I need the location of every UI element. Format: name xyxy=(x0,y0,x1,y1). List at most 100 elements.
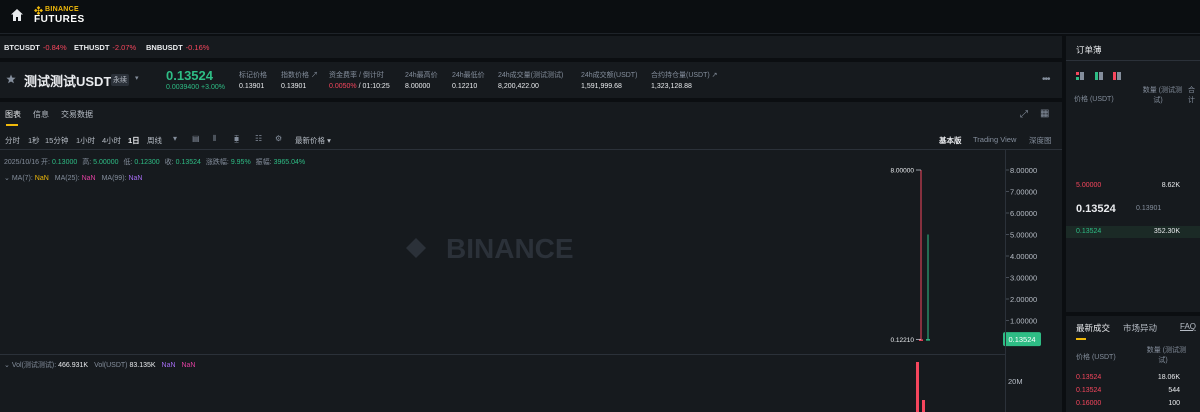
orderbook-divider xyxy=(1066,60,1200,61)
ma7-label: MA(7): xyxy=(11,175,33,182)
ohlc-open-label: 开: xyxy=(41,159,50,166)
price-axis-label: 6.00000 xyxy=(1010,209,1037,218)
vol-base-value: 466.931K xyxy=(58,362,89,369)
recent-trades-panel: 最新成交 市场异动 FAQ 价格 (USDT) 数量 (测试测 试) 0.1352… xyxy=(1066,316,1200,412)
ma99-label: MA(99): xyxy=(101,175,127,182)
volume-pane-separator xyxy=(0,354,1005,355)
trade-quantity: 544 xyxy=(1168,387,1180,394)
col-qty-line1: 数量 (测试测 xyxy=(1146,347,1186,354)
trade-price: 0.13524 xyxy=(1076,374,1102,381)
ohlc-open: 0.13000 xyxy=(51,159,78,166)
ticker-item-ethusdt[interactable]: ETHUSDT -2.07% xyxy=(74,43,136,52)
view-tradingview[interactable]: Trading View xyxy=(973,135,1016,144)
col-qty-line2: 试) xyxy=(1153,97,1163,104)
symbol-dropdown-caret-icon[interactable]: ▾ xyxy=(135,74,139,82)
orderbook-panel: 订单薄 价格 (USDT) 数量 (测试测 试) 合计 5.00000 8.62K… xyxy=(1066,36,1200,312)
orderbook-col-total: 合计 xyxy=(1188,86,1195,106)
timeframe-1h[interactable]: 1小时 xyxy=(76,135,95,146)
ticker-item-btcusdt[interactable]: BTCUSDT -0.84% xyxy=(4,43,67,52)
price-change: 0.0039400 +3.00% xyxy=(166,84,225,91)
bid-price[interactable]: 0.13524 xyxy=(1076,228,1101,235)
calendar-icon[interactable]: ▤ xyxy=(192,134,200,143)
volume-collapse-icon[interactable]: ⌄ xyxy=(4,362,10,369)
timeframe-line[interactable]: 分时 xyxy=(5,135,20,146)
vol-base-label: Vol(测试测试): xyxy=(11,362,57,369)
timeframe-4h[interactable]: 4小时 xyxy=(102,135,121,146)
watermark: BINANCE xyxy=(406,233,574,264)
candle-type-icon[interactable]: ⧯ xyxy=(234,134,239,144)
ohlc-close-label: 收: xyxy=(164,159,174,166)
stat-label-24h-high: 24h最高价 xyxy=(405,72,438,79)
drawing-tools-icon[interactable]: ☷ xyxy=(255,134,262,143)
fullscreen-expand-icon[interactable]: ⤢ xyxy=(1020,109,1028,120)
more-options-icon[interactable]: ••• xyxy=(1042,74,1050,85)
vol-ma2-value: NaN xyxy=(181,362,196,369)
trade-quantity: 18.06K xyxy=(1157,374,1180,381)
view-basic[interactable]: 基本版 xyxy=(939,135,962,146)
stat-label-open-interest[interactable]: 合约持仓量(USDT) ↗ xyxy=(651,70,718,80)
tab-trading-data[interactable]: 交易数据 xyxy=(61,109,93,120)
col-total-line1: 合 xyxy=(1188,87,1195,94)
ohlc-high: 5.00000 xyxy=(93,159,119,166)
svg-text:BINANCE: BINANCE xyxy=(446,233,574,264)
stat-value-funding: 0.0050% / 01:10:25 xyxy=(329,83,390,90)
vol-usdt-label: Vol(USDT) xyxy=(94,362,128,369)
timeframe-1s[interactable]: 1秒 xyxy=(28,135,40,146)
ticker-item-bnbusdt[interactable]: BNBUSDT -0.16% xyxy=(146,43,209,52)
ma25-label: MA(25): xyxy=(54,175,80,182)
orderbook-asks-view-icon[interactable] xyxy=(1113,72,1121,80)
stat-label-mark-price[interactable]: 标记价格 xyxy=(239,70,267,80)
stat-value-open-interest: 1,323,128.88 xyxy=(651,83,692,90)
tab-recent-trades[interactable]: 最新成交 xyxy=(1076,322,1110,334)
volume-axis-label: 20M xyxy=(1008,377,1023,386)
timeframe-1d[interactable]: 1日 xyxy=(128,135,140,146)
high-marker-label: 8.00000 xyxy=(891,168,915,175)
low-marker-label: 0.12210 xyxy=(891,337,915,344)
logo-text-binance: BINANCE xyxy=(45,6,79,13)
stat-label-index-price[interactable]: 指数价格 ↗ xyxy=(281,70,318,80)
view-depth[interactable]: 深度图 xyxy=(1029,135,1052,146)
home-icon[interactable] xyxy=(10,8,24,22)
tab-info[interactable]: 信息 xyxy=(33,109,49,120)
ohlc-legend: 2025/10/16 开: 0.13000 高: 5.00000 低: 0.12300… xyxy=(4,157,308,167)
binance-futures-logo[interactable]: BINANCE FUTURES xyxy=(34,6,104,28)
orderbook-col-quantity: 数量 (测试测 试) xyxy=(1134,86,1182,106)
ticker-strip: BTCUSDT -0.84% ETHUSDT -2.07% BNBUSDT -0.16… xyxy=(0,36,1062,58)
price-type-select[interactable]: 最新价格 ▾ xyxy=(295,135,331,146)
timeframe-dropdown-icon[interactable]: ▾ xyxy=(173,134,177,143)
timeframe-week[interactable]: 周线 xyxy=(147,135,162,146)
active-tab-indicator xyxy=(6,124,18,126)
tab-market-movers[interactable]: 市场异动 xyxy=(1123,322,1157,334)
tab-faq[interactable]: FAQ xyxy=(1180,322,1196,331)
ticker-change: -0.84% xyxy=(42,43,67,52)
tab-chart[interactable]: 图表 xyxy=(5,109,21,120)
stat-label-24h-turnover: 24h成交额(USDT) xyxy=(581,72,638,79)
stat-label-funding[interactable]: 资金费率 / 倒计时 xyxy=(329,70,384,80)
favorite-star-icon[interactable] xyxy=(6,74,16,84)
trades-col-quantity: 数量 (测试测 试) xyxy=(1140,346,1186,366)
symbol-name[interactable]: 测试测试USDT xyxy=(24,71,111,90)
stat-value-24h-volume: 8,200,422.00 xyxy=(498,83,539,90)
ask-price[interactable]: 5.00000 xyxy=(1076,182,1101,189)
trade-price: 0.13524 xyxy=(1076,387,1102,394)
ticker-change: -0.16% xyxy=(185,43,210,52)
ticker-symbol: ETHUSDT xyxy=(74,43,110,52)
ohlc-change-label: 涨跌幅: xyxy=(205,159,229,166)
ticker-symbol: BNBUSDT xyxy=(146,43,183,52)
settings-gear-icon[interactable]: ⚙ xyxy=(275,134,282,143)
perpetual-tag: 永续 xyxy=(111,74,129,86)
orderbook-bids-view-icon[interactable] xyxy=(1095,72,1103,80)
timeframe-15m[interactable]: 15分钟 xyxy=(45,135,68,146)
candlestick-chart[interactable]: BINANCE 8.00000 7.00000 6.00000 5.00000 4.00… xyxy=(0,150,1062,412)
stat-value-24h-high: 8.00000 xyxy=(405,83,431,90)
symbol-header: 测试测试USDT 永续 ▾ 0.13524 0.0039400 +3.00% 标… xyxy=(0,62,1062,98)
layout-grid-icon[interactable]: ▦ xyxy=(1040,108,1049,119)
ma-collapse-icon[interactable]: ⌄ xyxy=(4,175,10,182)
indicator-icon[interactable]: ⫴ xyxy=(213,134,216,144)
price-axis-label: 2.00000 xyxy=(1010,295,1037,304)
ohlc-low-label: 低: xyxy=(123,159,133,166)
chart-panel: 图表 信息 交易数据 ⤢ ▦ 分时 1秒 15分钟 1小时 4小时 1日 周线 … xyxy=(0,102,1062,412)
current-price-label: 0.13524 xyxy=(1008,335,1035,344)
orderbook-last-price: 0.13524 xyxy=(1076,203,1116,215)
orderbook-both-view-icon[interactable] xyxy=(1076,72,1084,80)
